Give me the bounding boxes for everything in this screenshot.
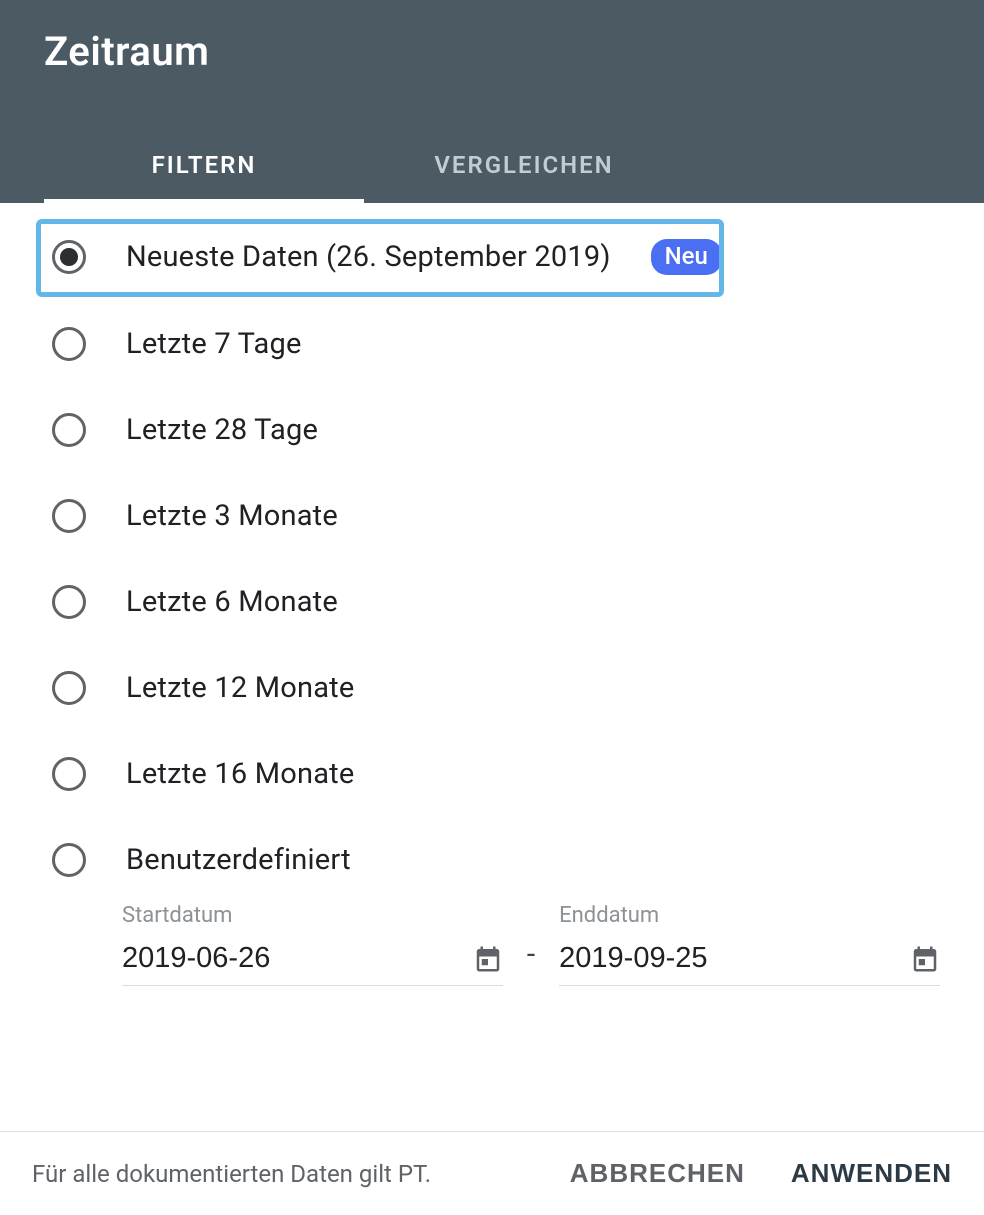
- start-date-label: Startdatum: [122, 903, 503, 928]
- calendar-icon[interactable]: [910, 944, 940, 974]
- option-label: Letzte 7 Tage: [126, 327, 302, 361]
- end-date-label: Enddatum: [559, 903, 940, 928]
- radio-icon[interactable]: [52, 499, 86, 533]
- radio-icon[interactable]: [52, 757, 86, 791]
- tab-compare[interactable]: VERGLEICHEN: [364, 129, 684, 203]
- option-last-12-months[interactable]: Letzte 12 Monate: [0, 645, 984, 731]
- radio-icon[interactable]: [52, 843, 86, 877]
- footer-actions: ABBRECHEN ANWENDEN: [570, 1158, 952, 1189]
- start-date-input-wrap[interactable]: [122, 936, 503, 986]
- option-label: Letzte 28 Tage: [126, 413, 318, 447]
- option-label: Neueste Daten (26. September 2019): [126, 240, 611, 274]
- start-date-field: Startdatum: [122, 903, 503, 986]
- tab-bar: FILTERN VERGLEICHEN: [44, 129, 940, 203]
- radio-icon[interactable]: [52, 671, 86, 705]
- cancel-button[interactable]: ABBRECHEN: [570, 1158, 745, 1189]
- start-date-input[interactable]: [122, 942, 419, 975]
- tab-filter[interactable]: FILTERN: [44, 129, 364, 203]
- option-label: Letzte 3 Monate: [126, 499, 338, 533]
- calendar-icon[interactable]: [473, 944, 503, 974]
- option-last-6-months[interactable]: Letzte 6 Monate: [0, 559, 984, 645]
- new-badge: Neu: [651, 239, 722, 275]
- date-range-options: Neueste Daten (26. September 2019) Neu L…: [0, 203, 984, 986]
- option-latest-data[interactable]: Neueste Daten (26. September 2019) Neu: [0, 213, 984, 301]
- dialog-footer: Für alle dokumentierten Daten gilt PT. A…: [0, 1131, 984, 1215]
- radio-icon[interactable]: [52, 413, 86, 447]
- end-date-input-wrap[interactable]: [559, 936, 940, 986]
- end-date-field: Enddatum: [559, 903, 940, 986]
- end-date-input[interactable]: [559, 942, 856, 975]
- radio-icon[interactable]: [52, 240, 86, 274]
- option-last-3-months[interactable]: Letzte 3 Monate: [0, 473, 984, 559]
- apply-button[interactable]: ANWENDEN: [791, 1158, 952, 1189]
- dialog-header: Zeitraum FILTERN VERGLEICHEN: [0, 0, 984, 203]
- option-label: Letzte 12 Monate: [126, 671, 354, 705]
- option-label: Letzte 16 Monate: [126, 757, 354, 791]
- option-last-28-days[interactable]: Letzte 28 Tage: [0, 387, 984, 473]
- option-last-7-days[interactable]: Letzte 7 Tage: [0, 301, 984, 387]
- option-last-16-months[interactable]: Letzte 16 Monate: [0, 731, 984, 817]
- timezone-note: Für alle dokumentierten Daten gilt PT.: [32, 1160, 431, 1188]
- custom-date-range: Startdatum - Enddatum: [0, 903, 984, 986]
- option-label: Letzte 6 Monate: [126, 585, 338, 619]
- date-range-separator: -: [527, 937, 535, 986]
- option-label: Benutzerdefiniert: [126, 843, 351, 877]
- radio-icon[interactable]: [52, 327, 86, 361]
- option-custom[interactable]: Benutzerdefiniert: [0, 817, 984, 903]
- radio-icon[interactable]: [52, 585, 86, 619]
- dialog-title: Zeitraum: [44, 28, 940, 75]
